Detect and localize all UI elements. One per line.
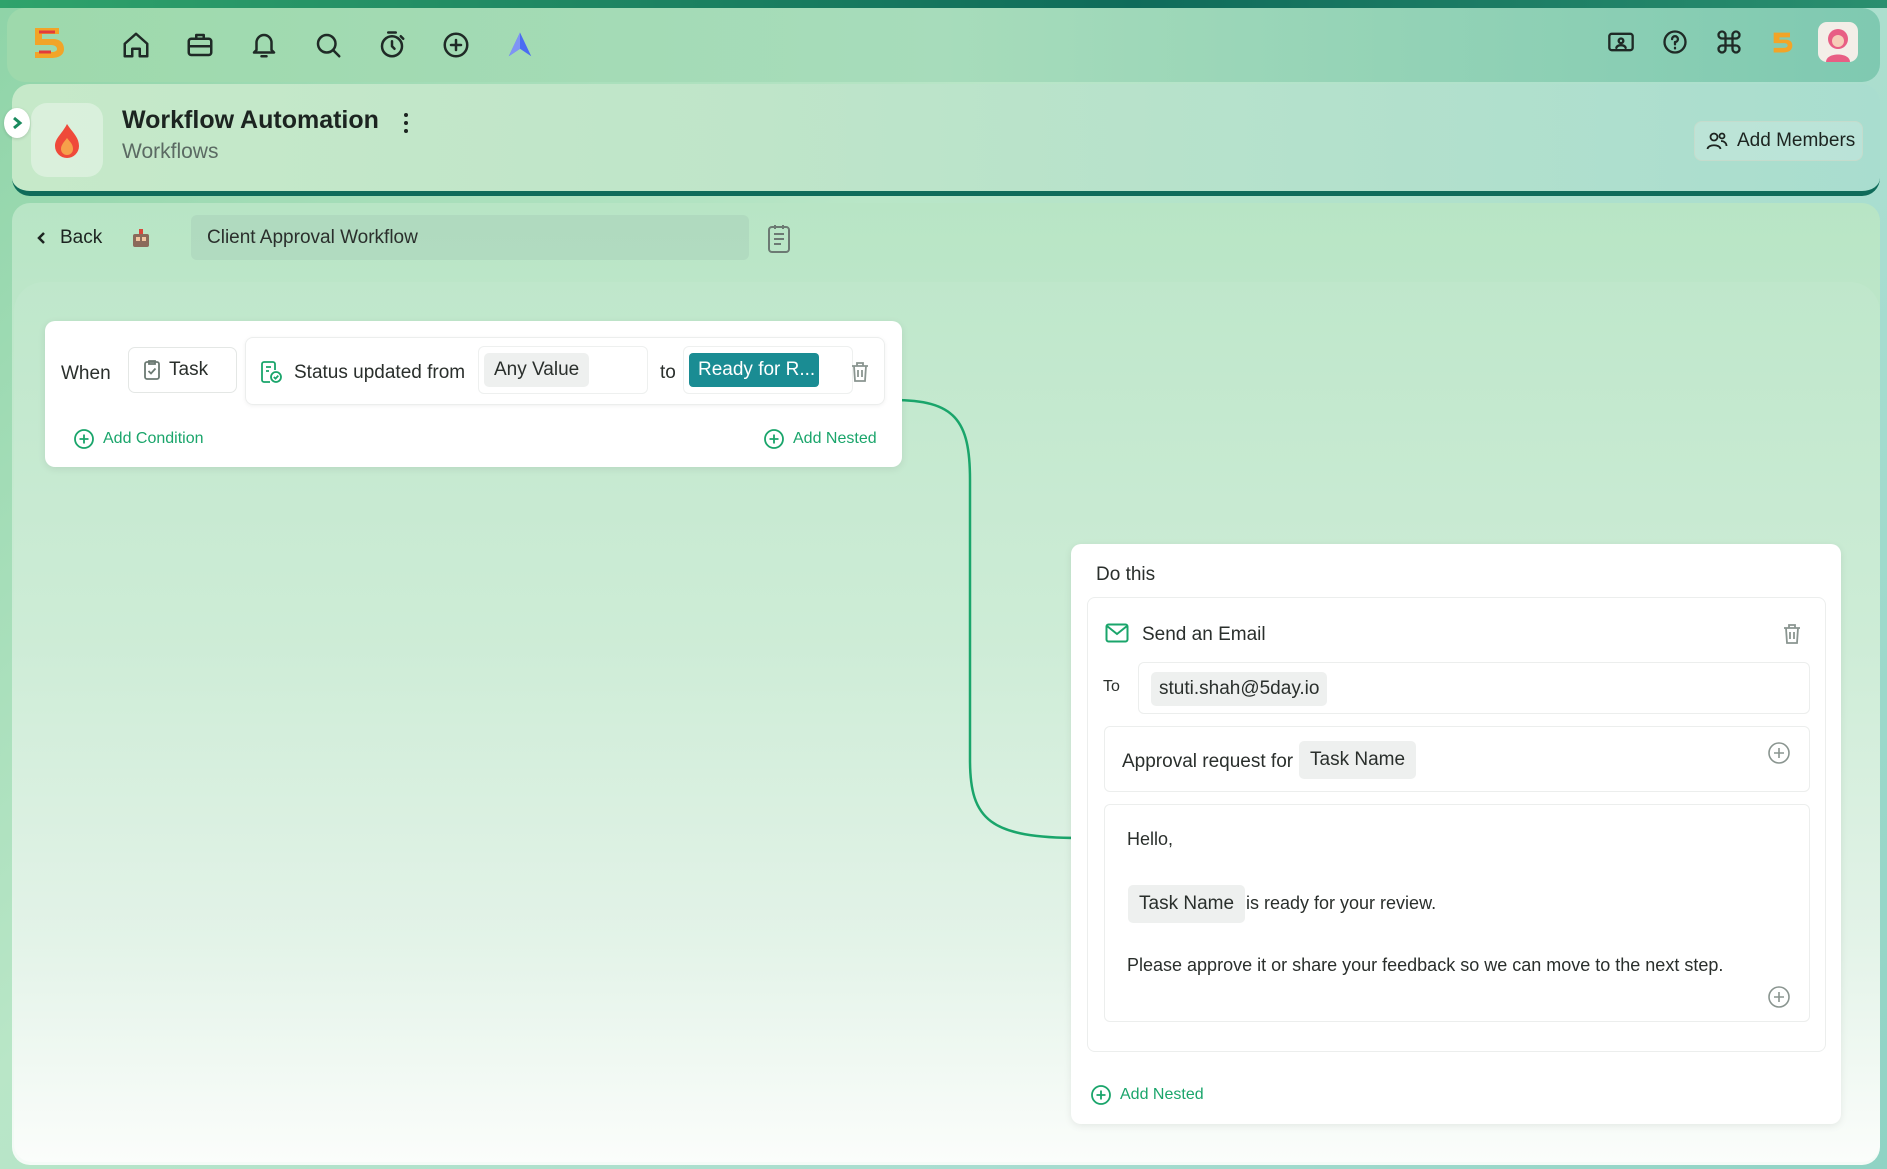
trigger-entity-label: Task — [169, 359, 209, 380]
action-type-label: Send an Email — [1142, 624, 1266, 645]
to-value-label: Ready for R... — [689, 353, 819, 387]
email-body-field[interactable]: Hello, Task Name is ready for your revie… — [1104, 804, 1810, 1022]
alarm-icon[interactable] — [373, 26, 411, 64]
add-nested-button[interactable]: Add Nested — [763, 428, 877, 450]
from-value-label: Any Value — [484, 353, 590, 387]
users-icon — [1706, 132, 1728, 150]
add-nested-action-button[interactable]: Add Nested — [1090, 1084, 1204, 1106]
workflow-name-input[interactable] — [191, 215, 749, 260]
add-members-label: Add Members — [1737, 130, 1856, 151]
flame-icon — [31, 103, 103, 177]
command-icon[interactable] — [1710, 23, 1748, 61]
email-to-field[interactable]: stuti.shah@5day.io — [1138, 662, 1810, 714]
plus-circle-icon — [73, 428, 95, 450]
project-header — [12, 84, 1880, 196]
body-variable-chip[interactable]: Task Name — [1128, 885, 1246, 923]
more-options-icon[interactable] — [396, 108, 416, 138]
home-icon[interactable] — [117, 26, 155, 64]
trigger-entity-select[interactable]: Task — [128, 347, 237, 393]
robot-icon — [129, 226, 153, 250]
avatar[interactable] — [1818, 22, 1858, 62]
plus-circle-icon — [763, 428, 785, 450]
add-subject-variable-icon[interactable] — [1767, 741, 1791, 765]
status-doc-icon — [260, 360, 282, 384]
help-icon[interactable] — [1656, 23, 1694, 61]
to-value-select[interactable]: Ready for R... — [683, 346, 853, 394]
body-line: is ready for your review. — [1246, 893, 1437, 913]
from-value-select[interactable]: Any Value — [478, 346, 648, 394]
subject-variable-chip[interactable]: Task Name — [1299, 741, 1417, 779]
sidebar-expand-button[interactable] — [4, 108, 30, 138]
recipient-chip[interactable]: stuti.shah@5day.io — [1151, 672, 1328, 706]
page-title: Workflow Automation — [122, 106, 379, 134]
arrow-logo-icon[interactable] — [501, 26, 539, 64]
action-card: Do this Send an Email To stuti.shah@5day… — [1071, 544, 1841, 1124]
delete-action-icon[interactable] — [1781, 622, 1803, 646]
delete-condition-icon[interactable] — [849, 360, 871, 384]
subject-text: Approval request for — [1122, 751, 1294, 772]
add-condition-label: Add Condition — [103, 430, 204, 447]
email-subject-field[interactable]: Approval request for Task Name — [1104, 726, 1810, 792]
plus-circle-icon[interactable] — [437, 26, 475, 64]
notes-icon[interactable] — [766, 224, 792, 254]
brand-icon[interactable] — [1764, 23, 1802, 61]
add-nested-label: Add Nested — [793, 430, 877, 447]
back-label: Back — [60, 227, 103, 248]
app-logo-icon[interactable] — [29, 22, 69, 62]
window-frame-top — [0, 0, 1887, 8]
to-label: to — [660, 362, 676, 383]
card-icon[interactable] — [1602, 23, 1640, 61]
add-body-variable-icon[interactable] — [1767, 985, 1791, 1009]
action-heading: Do this — [1096, 564, 1156, 585]
mail-icon — [1105, 623, 1129, 643]
plus-circle-icon — [1090, 1084, 1112, 1106]
briefcase-icon[interactable] — [181, 26, 219, 64]
condition-text: Status updated from — [294, 362, 466, 383]
chevron-left-icon — [37, 232, 45, 244]
send-email-action: Send an Email To stuti.shah@5day.io Appr… — [1087, 597, 1826, 1052]
bell-icon[interactable] — [245, 26, 283, 64]
body-paragraph: Please approve it or share your feedback… — [1127, 955, 1724, 975]
back-button[interactable]: Back — [34, 227, 102, 249]
trigger-condition: Status updated from Any Value to Ready f… — [245, 337, 885, 405]
trigger-card: When Task Status updated from Any Value … — [45, 321, 902, 467]
add-members-button[interactable]: Add Members — [1694, 121, 1863, 161]
top-nav — [7, 8, 1880, 82]
search-icon[interactable] — [309, 26, 347, 64]
when-label: When — [61, 363, 111, 384]
body-greeting: Hello, — [1127, 829, 1174, 849]
clipboard-check-icon — [144, 360, 160, 380]
email-to-label: To — [1103, 678, 1120, 695]
add-condition-button[interactable]: Add Condition — [73, 428, 204, 450]
page-subtitle: Workflows — [122, 140, 219, 163]
add-nested-label: Add Nested — [1120, 1086, 1204, 1103]
